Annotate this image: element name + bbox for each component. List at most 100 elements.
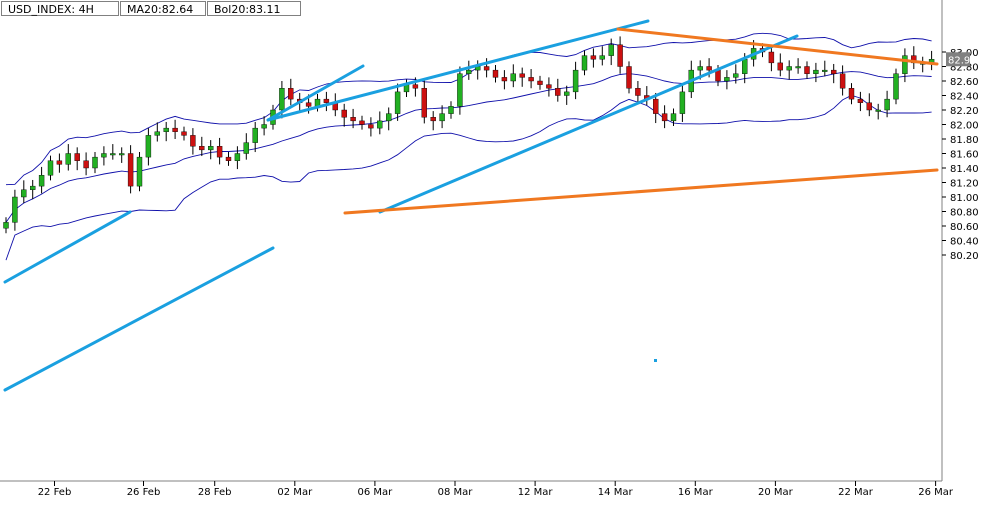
candle-body [902, 55, 908, 74]
candle-body [626, 66, 632, 89]
candle-body [670, 113, 677, 122]
y-tick-label: 80.40 [950, 237, 979, 248]
ma-label: MA20:82.64 [120, 1, 206, 16]
y-tick-label: 82.40 [950, 92, 979, 103]
candle-body [813, 69, 819, 74]
y-tick-label: 81.40 [950, 164, 979, 175]
candle-body [448, 106, 454, 114]
candle-body [492, 69, 499, 78]
x-tick-label: 08 Mar [438, 487, 474, 498]
symbol-label: USD_INDEX: 4H [1, 1, 119, 16]
candle-body [546, 84, 552, 89]
candle-body [65, 153, 72, 165]
candle-body [172, 127, 178, 132]
candle-body [706, 66, 712, 71]
candle-body [127, 153, 134, 187]
candle-body [145, 135, 152, 158]
candle-body [884, 98, 890, 111]
x-tick-label: 22 Feb [38, 487, 72, 498]
candle-body [831, 69, 837, 74]
candle-body [359, 120, 365, 125]
y-tick-label: 80.60 [950, 222, 979, 233]
y-tick-label: 81.80 [950, 135, 979, 146]
candle-body [199, 146, 205, 151]
candle-body [661, 113, 668, 122]
candle-body [564, 91, 570, 96]
candle-body [101, 153, 107, 158]
candle-body [599, 55, 605, 60]
candle-body [457, 73, 463, 107]
stray-dot [654, 359, 657, 362]
candle-body [216, 146, 223, 158]
candle-body [154, 131, 161, 136]
last-price-label: 82.90 [948, 55, 977, 66]
candle-body [394, 91, 401, 114]
price-chart[interactable]: 80.20 80.40 80.60 80.80 81.00 81.20 81.40 81.60… [0, 0, 990, 510]
candle-body [243, 142, 250, 154]
last-price-marker: 82.90 [946, 52, 977, 67]
candle-body [697, 66, 703, 71]
candle-body [74, 153, 80, 161]
candle-body [341, 109, 347, 118]
y-tick-label: 81.60 [950, 150, 979, 161]
candle-body [30, 185, 36, 190]
candle-body [724, 77, 730, 82]
candle-body [822, 69, 828, 72]
y-tick-label: 80.80 [950, 208, 979, 219]
bol-label: Bol20:83.11 [207, 1, 301, 16]
candle-body [893, 73, 899, 100]
candle-body [795, 66, 801, 69]
candle-body [857, 98, 864, 103]
x-tick-label: 16 Mar [678, 487, 714, 498]
candle-body [279, 88, 285, 111]
candle-body [252, 127, 258, 143]
candle-body [190, 135, 196, 147]
candle-body [305, 102, 312, 107]
candle-body [181, 131, 187, 136]
candle-body [110, 153, 116, 156]
x-tick-label: 06 Mar [358, 487, 394, 498]
candle-body [875, 109, 881, 112]
y-tick-label: 80.20 [950, 251, 979, 262]
candle-body [733, 73, 739, 78]
candle-body [288, 88, 294, 100]
candle-body [3, 222, 9, 229]
candle-body [83, 160, 89, 169]
candle-body [501, 77, 508, 82]
y-tick-label: 82.60 [950, 77, 979, 88]
candle-body [377, 120, 383, 129]
candle-body [528, 77, 534, 82]
x-tick-label: 22 Mar [838, 487, 874, 498]
candle-body [439, 113, 445, 122]
candle-body [786, 66, 792, 71]
candle-body [207, 146, 214, 151]
candle-body [261, 124, 267, 129]
candle-body [866, 102, 872, 111]
candle-body [848, 88, 855, 100]
candle-body [555, 88, 561, 96]
candle-body [47, 160, 54, 176]
candle-body [163, 127, 169, 132]
candle-body [742, 59, 748, 74]
candle-body [510, 73, 516, 82]
candle-body [653, 98, 659, 114]
candle-body [839, 73, 846, 89]
candle-body [519, 73, 525, 78]
candle-body [92, 156, 98, 169]
candle-body [537, 80, 543, 85]
candle-body [21, 189, 27, 198]
x-tick-label: 28 Feb [198, 487, 232, 498]
candle-body [590, 55, 597, 60]
x-tick-label: 14 Mar [598, 487, 634, 498]
candle-body [368, 124, 374, 129]
candle-body [572, 69, 579, 93]
candle-body [225, 156, 232, 161]
candle-body [679, 91, 686, 114]
candle-body [38, 175, 45, 187]
candle-body [118, 153, 125, 156]
y-tick-label: 82.00 [950, 121, 979, 132]
candle-body [234, 153, 241, 161]
candle-body [136, 156, 143, 187]
candle-body [581, 55, 588, 71]
candle-body [323, 98, 330, 103]
